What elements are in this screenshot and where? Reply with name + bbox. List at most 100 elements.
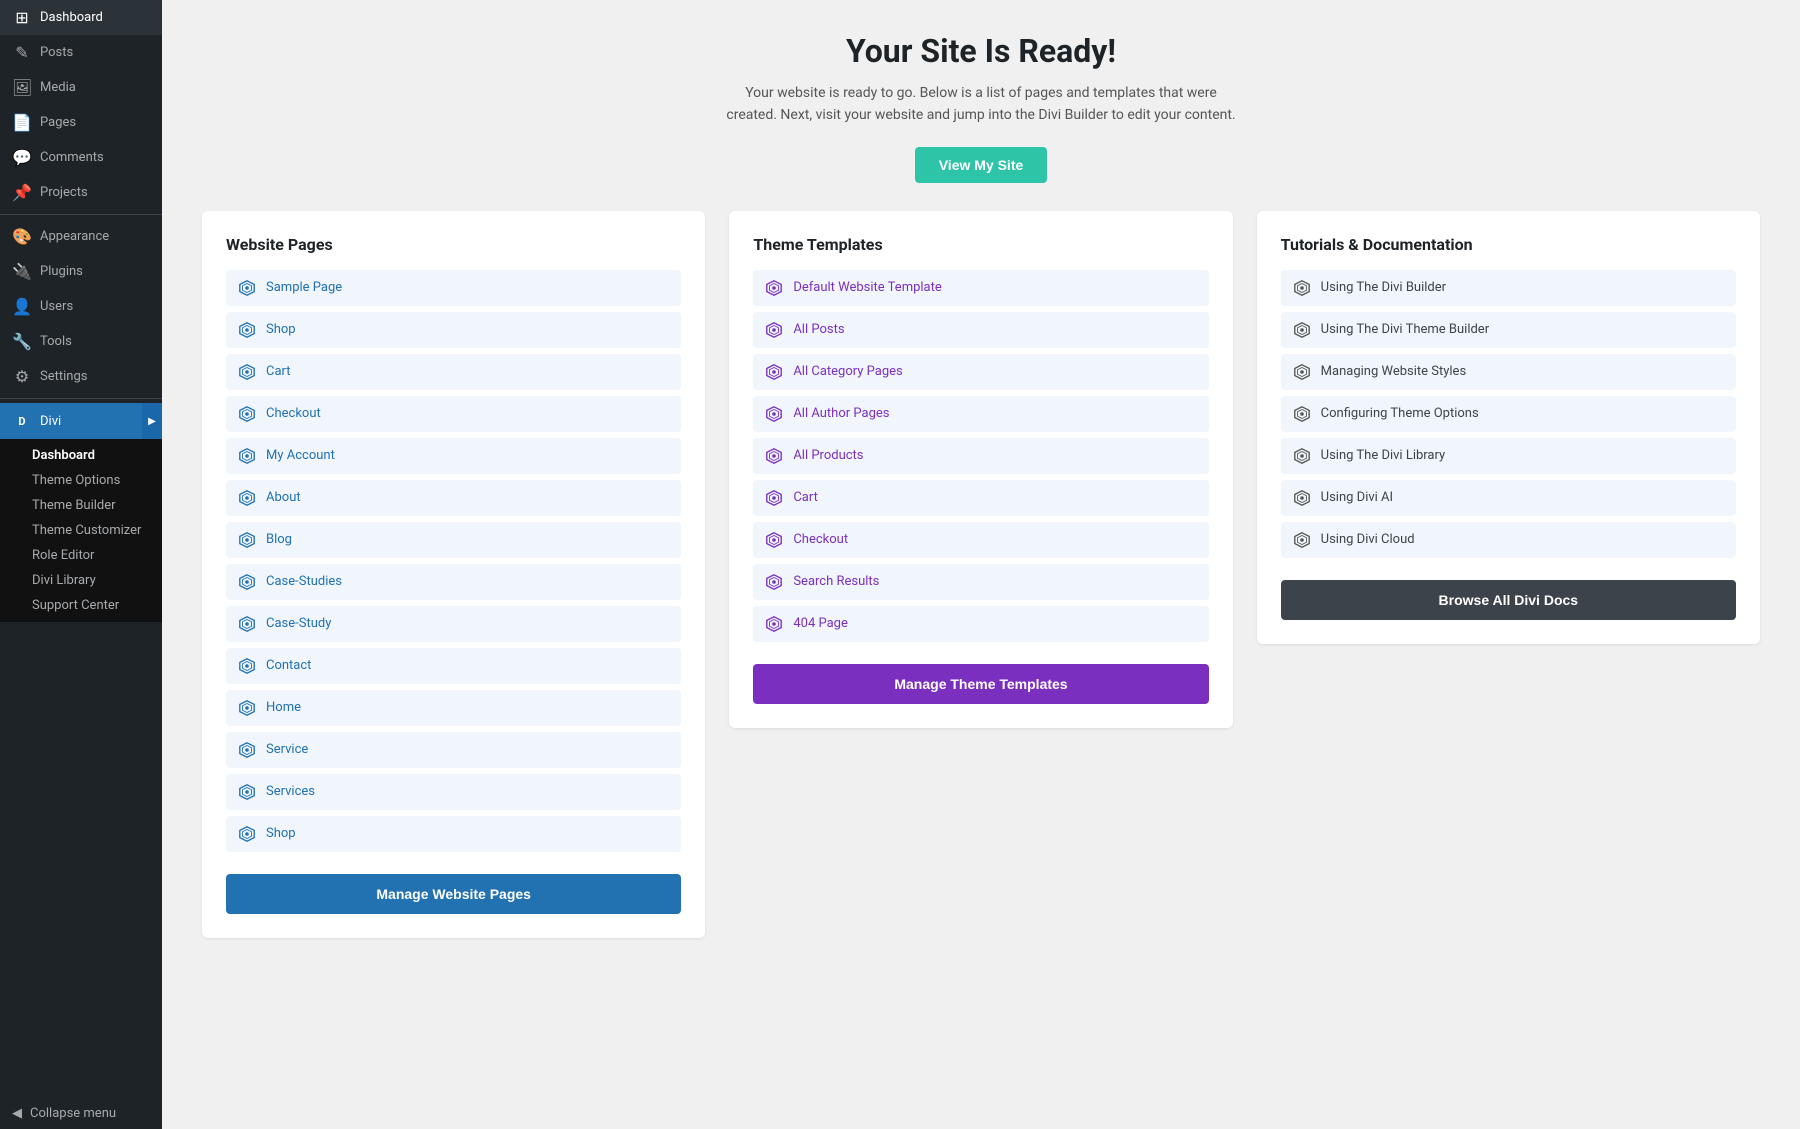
list-item[interactable]: 404 Page [753,606,1208,642]
sidebar-item-label: Pages [40,115,76,130]
main-content: Your Site Is Ready! Your website is read… [162,0,1800,1129]
divi-logo-icon: D [12,411,32,431]
list-item[interactable]: Blog [226,522,681,558]
sidebar-item-label: Projects [40,185,88,200]
sidebar-item-label: Posts [40,45,73,60]
list-item[interactable]: Checkout [753,522,1208,558]
list-item[interactable]: Using The Divi Library [1281,438,1736,474]
list-item[interactable]: Shop [226,816,681,852]
list-item[interactable]: Using The Divi Builder [1281,270,1736,306]
theme-templates-card: Theme Templates Default Website Template… [729,211,1232,728]
list-item[interactable]: Cart [753,480,1208,516]
website-pages-heading: Website Pages [226,235,681,254]
list-item[interactable]: Using Divi AI [1281,480,1736,516]
list-item[interactable]: Case-Study [226,606,681,642]
page-title: Your Site Is Ready! [202,32,1760,70]
view-site-button[interactable]: View My Site [915,147,1048,183]
appearance-icon: 🎨 [12,227,32,246]
comments-icon: 💬 [12,148,32,167]
plugins-icon: 🔌 [12,262,32,281]
browse-all-docs-button[interactable]: Browse All Divi Docs [1281,580,1736,620]
manage-website-pages-button[interactable]: Manage Website Pages [226,874,681,914]
sidebar: ⊞ Dashboard ✎ Posts 🖼 Media 📄 Pages 💬 Co… [0,0,162,1129]
sidebar-item-tools[interactable]: 🔧 Tools [0,324,162,359]
list-item[interactable]: Configuring Theme Options [1281,396,1736,432]
tools-icon: 🔧 [12,332,32,351]
menu-items: ⊞ Dashboard ✎ Posts 🖼 Media 📄 Pages 💬 Co… [0,0,162,622]
list-item[interactable]: Service [226,732,681,768]
page-header: Your Site Is Ready! Your website is read… [202,32,1760,183]
sidebar-item-appearance[interactable]: 🎨 Appearance [0,219,162,254]
list-item[interactable]: Managing Website Styles [1281,354,1736,390]
page-subtitle: Your website is ready to go. Below is a … [721,82,1241,127]
list-item[interactable]: Search Results [753,564,1208,600]
submenu-item-role-editor[interactable]: Role Editor [0,543,162,568]
list-item[interactable]: My Account [226,438,681,474]
submenu-item-divi-library[interactable]: Divi Library [0,568,162,593]
theme-templates-list: Default Website Template All Posts All C… [753,270,1208,642]
manage-theme-templates-button[interactable]: Manage Theme Templates [753,664,1208,704]
users-icon: 👤 [12,297,32,316]
list-item[interactable]: All Products [753,438,1208,474]
sidebar-item-label: Media [40,80,76,95]
submenu-item-support-center[interactable]: Support Center [0,593,162,618]
tutorials-list: Using The Divi Builder Using The Divi Th… [1281,270,1736,558]
sidebar-item-plugins[interactable]: 🔌 Plugins [0,254,162,289]
collapse-icon: ◀ [12,1106,22,1121]
sidebar-item-dashboard[interactable]: ⊞ Dashboard [0,0,162,35]
list-item[interactable]: All Category Pages [753,354,1208,390]
cards-row: Website Pages Sample Page Shop Cart Chec… [202,211,1760,938]
divider-1 [0,214,162,215]
sidebar-item-users[interactable]: 👤 Users [0,289,162,324]
list-item[interactable]: Sample Page [226,270,681,306]
submenu-item-dashboard[interactable]: Dashboard [0,443,162,468]
list-item[interactable]: Home [226,690,681,726]
divi-label: Divi [40,414,61,429]
submenu-item-theme-builder[interactable]: Theme Builder [0,493,162,518]
sidebar-item-label: Tools [40,334,72,349]
list-item[interactable]: Using Divi Cloud [1281,522,1736,558]
media-icon: 🖼 [12,78,32,97]
sidebar-item-settings[interactable]: ⚙ Settings [0,359,162,394]
settings-icon: ⚙ [12,367,32,386]
list-item[interactable]: Cart [226,354,681,390]
dashboard-icon: ⊞ [12,8,32,27]
divider-2 [0,398,162,399]
list-item[interactable]: About [226,480,681,516]
sidebar-item-label: Plugins [40,264,83,279]
website-pages-card: Website Pages Sample Page Shop Cart Chec… [202,211,705,938]
list-item[interactable]: Case-Studies [226,564,681,600]
pages-icon: 📄 [12,113,32,132]
sidebar-item-label: Dashboard [40,10,103,25]
list-item[interactable]: Services [226,774,681,810]
list-item[interactable]: All Author Pages [753,396,1208,432]
submenu-item-theme-options[interactable]: Theme Options [0,468,162,493]
list-item[interactable]: Checkout [226,396,681,432]
tutorials-heading: Tutorials & Documentation [1281,235,1736,254]
sidebar-item-divi[interactable]: D Divi ▶ [0,403,162,439]
list-item[interactable]: Using The Divi Theme Builder [1281,312,1736,348]
tutorials-card: Tutorials & Documentation Using The Divi… [1257,211,1760,644]
sidebar-item-media[interactable]: 🖼 Media [0,70,162,105]
submenu-item-theme-customizer[interactable]: Theme Customizer [0,518,162,543]
sidebar-item-label: Comments [40,150,104,165]
divi-arrow-icon: ▶ [142,403,162,439]
sidebar-item-posts[interactable]: ✎ Posts [0,35,162,70]
list-item[interactable]: Default Website Template [753,270,1208,306]
sidebar-item-comments[interactable]: 💬 Comments [0,140,162,175]
sidebar-item-projects[interactable]: 📌 Projects [0,175,162,210]
collapse-menu-button[interactable]: ◀ Collapse menu [0,1098,162,1129]
list-item[interactable]: Shop [226,312,681,348]
collapse-label: Collapse menu [30,1106,116,1121]
theme-templates-heading: Theme Templates [753,235,1208,254]
sidebar-item-label: Settings [40,369,87,384]
website-pages-list: Sample Page Shop Cart Checkout My Accoun… [226,270,681,852]
sidebar-item-pages[interactable]: 📄 Pages [0,105,162,140]
sidebar-item-label: Users [40,299,73,314]
list-item[interactable]: Contact [226,648,681,684]
list-item[interactable]: All Posts [753,312,1208,348]
posts-icon: ✎ [12,43,32,62]
projects-icon: 📌 [12,183,32,202]
divi-submenu: Dashboard Theme Options Theme Builder Th… [0,439,162,622]
sidebar-item-label: Appearance [40,229,109,244]
